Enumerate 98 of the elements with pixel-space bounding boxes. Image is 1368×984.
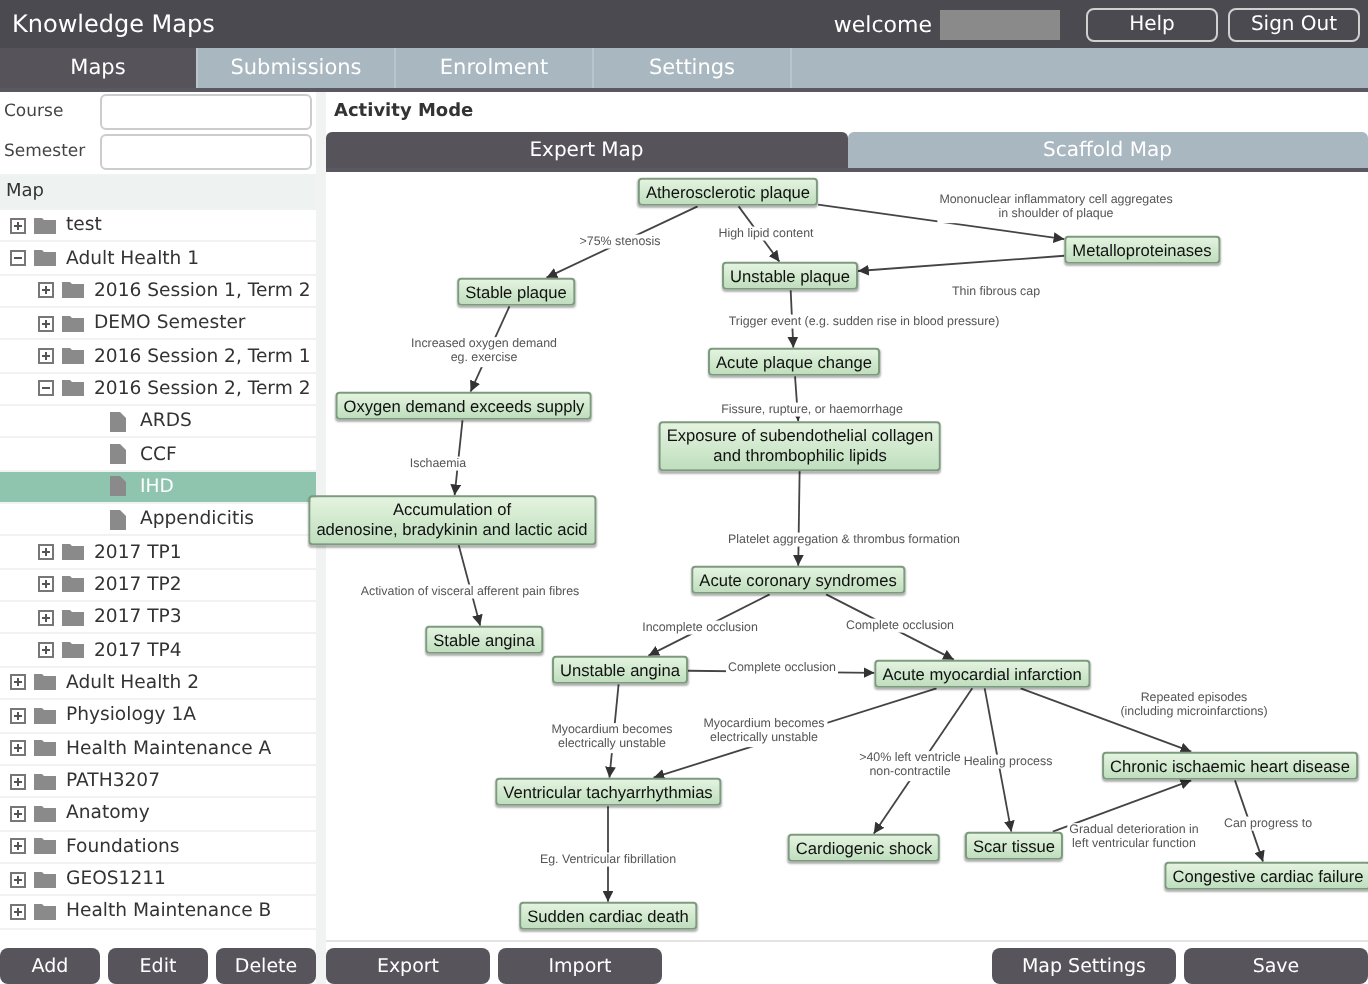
concept-node[interactable]: Metalloproteinases: [1064, 235, 1220, 265]
concept-node[interactable]: Exposure of subendothelial collagen and thrombophilic lipids: [658, 421, 942, 471]
concept-node[interactable]: Acute coronary syndromes: [691, 565, 905, 595]
expand-icon[interactable]: [10, 740, 26, 757]
redacted-name: [940, 9, 1060, 39]
tree-item[interactable]: DEMO Semester: [0, 308, 316, 341]
document-icon: [110, 411, 126, 432]
tree-item[interactable]: Physiology 1A: [0, 700, 316, 733]
tree-item[interactable]: Health Maintenance A: [0, 733, 316, 766]
tree-item[interactable]: PATH3207: [0, 765, 316, 799]
document-icon: [110, 444, 126, 465]
concept-node[interactable]: Congestive cardiac failure: [1164, 861, 1368, 891]
map-tab[interactable]: Expert Map: [326, 132, 847, 172]
tree-item[interactable]: 2017 TP4: [0, 634, 316, 668]
expand-icon[interactable]: [38, 609, 54, 626]
tree-item[interactable]: 2016 Session 2, Term 2: [0, 373, 316, 407]
concept-node[interactable]: Atherosclerotic plaque: [637, 177, 819, 207]
concept-node[interactable]: Unstable plaque: [722, 261, 858, 291]
tree-item[interactable]: GEOS1211: [0, 863, 316, 897]
concept-node[interactable]: Scar tissue: [964, 831, 1064, 861]
expand-icon[interactable]: [10, 871, 26, 888]
field-label: Semester: [4, 142, 88, 162]
folder-icon: [62, 282, 84, 299]
collapse-icon[interactable]: [10, 250, 26, 267]
tree-item[interactable]: Adult Health 2: [0, 667, 316, 701]
expand-icon[interactable]: [10, 903, 26, 920]
expand-icon[interactable]: [10, 805, 26, 822]
tree-item[interactable]: 2016 Session 1, Term 2: [0, 275, 316, 309]
concept-node[interactable]: Sudden cardiac death: [519, 901, 697, 931]
tree-item[interactable]: 2016 Session 2, Term 1: [0, 340, 316, 374]
folder-icon: [62, 642, 84, 659]
tree-item[interactable]: Anatomy: [0, 798, 316, 832]
tree-item[interactable]: 2017 TP2: [0, 569, 316, 603]
action-button[interactable]: Export: [326, 948, 490, 984]
concept-node[interactable]: Acute myocardial infarction: [874, 659, 1090, 689]
action-button[interactable]: Map Settings: [992, 948, 1176, 984]
input-field[interactable]: [100, 134, 312, 170]
welcome-text: welcome: [833, 11, 932, 37]
concept-node[interactable]: Ventricular tachyarrhythmias: [495, 777, 721, 807]
folder-icon: [62, 544, 84, 561]
action-button[interactable]: Save: [1184, 948, 1368, 984]
expand-icon[interactable]: [10, 707, 26, 724]
expand-icon[interactable]: [10, 773, 26, 790]
tree-item[interactable]: Health Maintenance B: [0, 896, 316, 930]
expand-icon[interactable]: [10, 217, 26, 234]
collapse-icon[interactable]: [38, 380, 54, 397]
concept-node[interactable]: Acute plaque change: [708, 347, 880, 377]
tree-item[interactable]: ARDS: [0, 406, 316, 439]
field-label: Course: [4, 102, 66, 122]
nav-tab[interactable]: Maps: [0, 48, 198, 88]
expand-icon[interactable]: [38, 348, 54, 365]
app-title: Knowledge Maps: [12, 10, 217, 38]
concept-node[interactable]: Unstable angina: [552, 655, 688, 685]
folder-icon: [34, 871, 56, 888]
concept-node[interactable]: Stable plaque: [457, 277, 575, 307]
action-button[interactable]: Add: [0, 948, 100, 984]
folder-icon: [62, 348, 84, 365]
folder-icon: [34, 250, 56, 267]
folder-icon: [34, 773, 56, 790]
concept-node[interactable]: Cardiogenic shock: [787, 833, 941, 863]
folder-icon: [34, 903, 56, 920]
document-icon: [110, 476, 126, 497]
expand-icon[interactable]: [10, 838, 26, 855]
section-title: Activity Mode: [332, 100, 476, 126]
concept-node[interactable]: Oxygen demand exceeds supply: [335, 391, 593, 421]
input-field[interactable]: [100, 94, 312, 130]
action-button[interactable]: Edit: [108, 948, 208, 984]
tree-item[interactable]: 2017 TP1: [0, 536, 316, 570]
folder-icon: [34, 805, 56, 822]
folder-icon: [62, 609, 84, 626]
action-button[interactable]: Delete: [216, 948, 316, 984]
expand-icon[interactable]: [10, 674, 26, 691]
tree-header: Map: [0, 174, 316, 210]
document-icon: [110, 509, 126, 530]
folder-icon: [34, 707, 56, 724]
folder-icon: [62, 576, 84, 593]
tree-item[interactable]: test: [0, 210, 316, 243]
action-button[interactable]: Import: [498, 948, 662, 984]
folder-icon: [34, 838, 56, 855]
sign-out-button[interactable]: Sign Out: [1228, 7, 1360, 41]
help-button[interactable]: Help: [1086, 7, 1218, 41]
folder-icon: [34, 740, 56, 757]
concept-node[interactable]: Accumulation of adenosine, bradykinin and lactic acid: [308, 495, 596, 545]
folder-icon: [62, 380, 84, 397]
concept-node[interactable]: Stable angina: [425, 625, 543, 655]
tree-item[interactable]: Adult Health 1: [0, 242, 316, 276]
folder-icon: [34, 217, 56, 234]
folder-icon: [34, 674, 56, 691]
expand-icon[interactable]: [38, 315, 54, 332]
expand-icon[interactable]: [38, 544, 54, 561]
expand-icon[interactable]: [38, 642, 54, 659]
concept-node[interactable]: Chronic ischaemic heart disease: [1102, 751, 1358, 781]
tree-item[interactable]: Foundations: [0, 831, 316, 864]
connector-arrow: [1051, 779, 1193, 833]
tree-item[interactable]: 2017 TP3: [0, 602, 316, 635]
folder-icon: [62, 315, 84, 332]
expand-icon[interactable]: [38, 282, 54, 299]
expand-icon[interactable]: [38, 576, 54, 593]
